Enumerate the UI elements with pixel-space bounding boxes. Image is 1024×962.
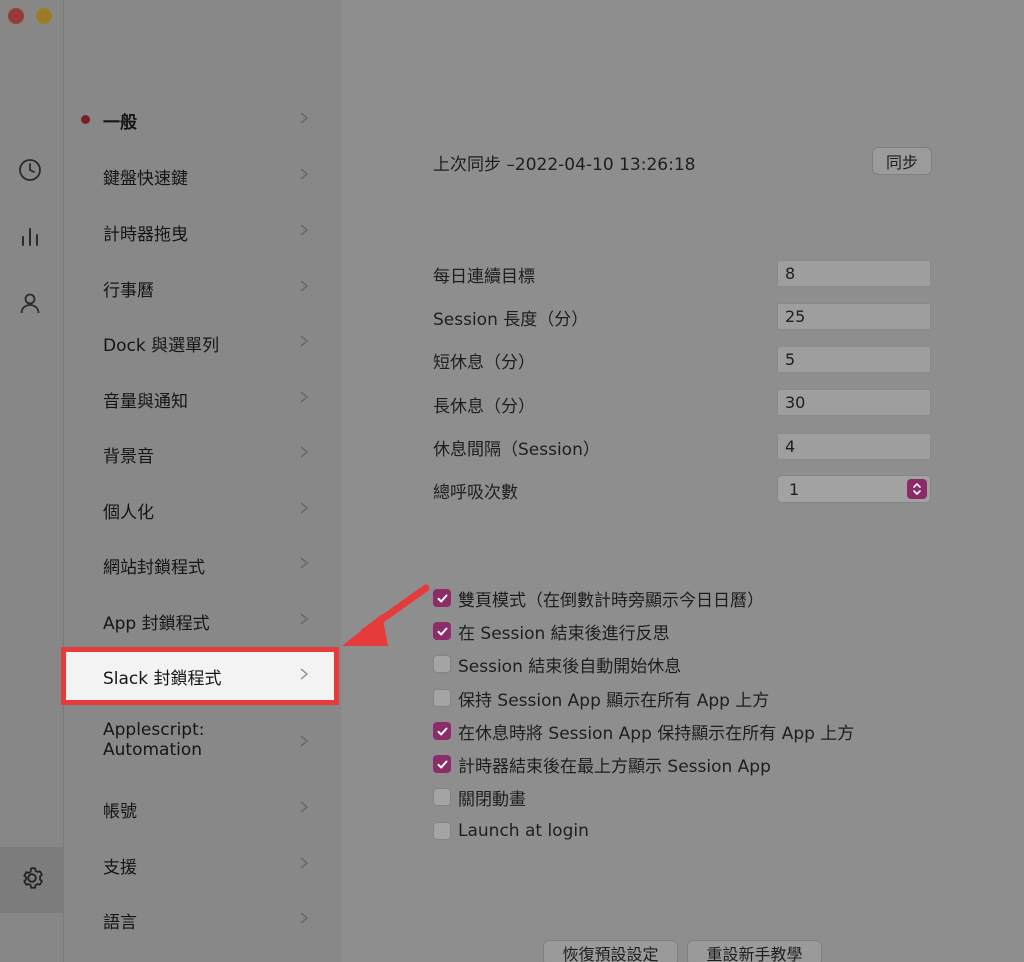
checkbox-checked-icon xyxy=(433,589,451,607)
breaths-label: 總呼吸次數 xyxy=(433,483,518,503)
chevron-right-icon xyxy=(300,857,309,869)
minimize-window-button[interactable] xyxy=(36,8,52,24)
checkbox-checked-icon xyxy=(433,722,451,740)
stats-chart-icon[interactable] xyxy=(17,223,43,249)
checkbox-dual-page-mode[interactable]: 雙頁模式（在倒數計時旁顯示今日日曆） xyxy=(433,587,764,611)
breaths-select-value: 1 xyxy=(789,479,800,499)
user-icon[interactable] xyxy=(17,290,43,316)
checkbox-unchecked-icon xyxy=(433,655,451,673)
reset-tutorial-button[interactable]: 重設新手教學 xyxy=(687,940,822,962)
settings-rail-button[interactable] xyxy=(0,847,63,913)
chevron-right-icon xyxy=(300,613,309,625)
sidebar-item-dock-menubar[interactable]: Dock 與選單列 xyxy=(103,331,313,356)
sidebar-item-shortcuts[interactable]: 鍵盤快速鍵 xyxy=(103,164,313,189)
sidebar-item-app-blocker[interactable]: App 封鎖程式 xyxy=(103,609,313,634)
chevron-right-icon xyxy=(300,112,309,124)
short-break-input[interactable]: 5 xyxy=(777,346,931,373)
sync-button[interactable]: 同步 xyxy=(872,147,932,175)
chevron-right-icon xyxy=(300,391,309,403)
long-break-label: 長休息（分） xyxy=(433,397,535,417)
break-interval-input[interactable]: 4 xyxy=(777,433,931,460)
checkbox-auto-start-break[interactable]: Session 結束後自動開始休息 xyxy=(433,653,681,677)
chevron-right-icon xyxy=(300,168,309,180)
sidebar-item-general[interactable]: 一般 xyxy=(103,108,313,133)
sidebar-item-language[interactable]: 語言 xyxy=(103,908,313,933)
chevron-right-icon xyxy=(300,557,309,569)
checkbox-unchecked-icon xyxy=(433,822,451,840)
app-window: 一般 鍵盤快速鍵 計時器拖曳 行事曆 Dock 與選單列 音量與通知 背景音 個… xyxy=(0,0,1024,962)
gear-icon xyxy=(19,865,45,895)
break-interval-label: 休息間隔（Session） xyxy=(433,440,600,460)
sidebar-item-slack-blocker[interactable]: Slack 封鎖程式 xyxy=(103,664,313,689)
checkbox-checked-icon xyxy=(433,622,451,640)
clock-icon[interactable] xyxy=(17,157,43,183)
long-break-input[interactable]: 30 xyxy=(777,389,931,416)
chevron-right-icon xyxy=(300,224,309,236)
checkbox-show-on-top-after-timer[interactable]: 計時器結束後在最上方顯示 Session App xyxy=(433,753,771,777)
sidebar-item-sound-notifications[interactable]: 音量與通知 xyxy=(103,387,313,412)
annotation-arrow-icon xyxy=(342,584,430,646)
chevron-right-icon xyxy=(300,502,309,514)
sidebar-item-calendar[interactable]: 行事曆 xyxy=(103,276,313,301)
checkbox-disable-animation[interactable]: 關閉動畫 xyxy=(433,786,526,810)
daily-goal-label: 每日連續目標 xyxy=(433,267,535,287)
breaths-select[interactable]: 1 xyxy=(777,475,931,503)
restore-defaults-button[interactable]: 恢復預設設定 xyxy=(543,940,678,962)
sidebar-item-background-sound[interactable]: 背景音 xyxy=(103,442,313,467)
icon-rail xyxy=(0,0,80,962)
checkbox-keep-on-top[interactable]: 保持 Session App 顯示在所有 App 上方 xyxy=(433,687,769,711)
close-window-button[interactable] xyxy=(8,8,24,24)
short-break-label: 短休息（分） xyxy=(433,353,535,373)
chevron-right-icon xyxy=(300,335,309,347)
checkbox-reflect-after-session[interactable]: 在 Session 結束後進行反思 xyxy=(433,620,670,644)
last-sync-text: 上次同步 –2022-04-10 13:26:18 xyxy=(433,155,696,175)
chevron-right-icon xyxy=(300,280,309,292)
session-length-label: Session 長度（分） xyxy=(433,310,589,330)
checkbox-unchecked-icon xyxy=(433,788,451,806)
sidebar-item-personalization[interactable]: 個人化 xyxy=(103,498,313,523)
checkbox-unchecked-icon xyxy=(433,689,451,707)
sidebar-item-applescript[interactable]: Applescript: Automation xyxy=(103,720,313,760)
chevron-right-icon xyxy=(300,668,309,680)
checkbox-checked-icon xyxy=(433,755,451,773)
sidebar-item-website-blocker[interactable]: 網站封鎖程式 xyxy=(103,553,313,578)
chevron-right-icon xyxy=(300,912,309,924)
chevron-right-icon xyxy=(300,801,309,813)
chevron-right-icon xyxy=(300,735,309,747)
sidebar-item-timer-drag[interactable]: 計時器拖曳 xyxy=(103,220,313,245)
checkbox-keep-on-top-during-break[interactable]: 在休息時將 Session App 保持顯示在所有 App 上方 xyxy=(433,720,854,744)
sidebar-item-support[interactable]: 支援 xyxy=(103,853,313,878)
updown-chevron-icon xyxy=(907,479,927,499)
checkbox-launch-at-login[interactable]: Launch at login xyxy=(433,820,589,842)
daily-goal-input[interactable]: 8 xyxy=(777,260,931,287)
sidebar-item-account[interactable]: 帳號 xyxy=(103,797,313,822)
session-length-input[interactable]: 25 xyxy=(777,303,931,330)
selected-indicator-dot xyxy=(81,115,90,124)
chevron-right-icon xyxy=(300,446,309,458)
